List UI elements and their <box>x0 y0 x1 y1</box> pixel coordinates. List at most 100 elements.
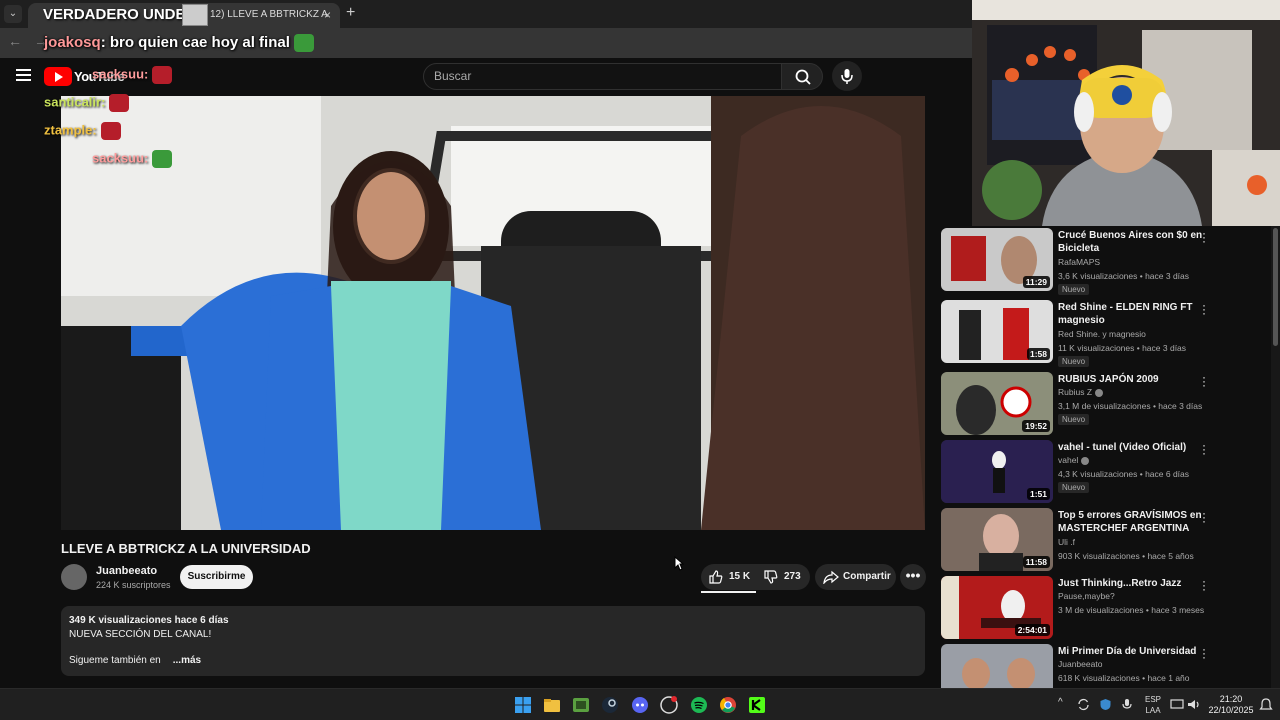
search-button[interactable] <box>781 63 823 90</box>
windows-start-icon[interactable] <box>514 696 532 714</box>
related-video-title[interactable]: Red Shine - ELDEN RING FT magnesio <box>1058 301 1206 327</box>
thumbs-down-icon <box>764 570 778 584</box>
kebab-menu-icon[interactable]: · · · <box>1201 575 1207 595</box>
related-video-channel[interactable]: Rubius Z <box>1058 387 1104 397</box>
voice-search-button[interactable] <box>832 61 862 91</box>
share-label: Compartir <box>843 571 891 582</box>
related-video-meta: 4,3 K visualizaciones • hace 6 días <box>1058 469 1190 479</box>
emote-icon <box>152 150 173 168</box>
chat-message: : bro quien cae hoy al final <box>100 34 290 51</box>
related-video-thumbnail[interactable]: 11:58 <box>941 508 1053 571</box>
obs-icon[interactable] <box>660 696 678 714</box>
description-more-link[interactable]: ...más <box>173 655 201 666</box>
related-video-thumbnail[interactable]: 1:51 <box>941 440 1053 503</box>
related-video-title[interactable]: Crucé Buenos Aires con $0 en Bicicleta <box>1058 229 1206 255</box>
stream-overlay-title: VERDADERO UNDER <box>43 6 197 23</box>
tab-close-icon[interactable]: × <box>324 8 331 22</box>
related-video-thumbnail[interactable]: 2:54:01 <box>941 576 1053 639</box>
related-video-title[interactable]: Just Thinking...Retro Jazz <box>1058 577 1206 590</box>
file-explorer-icon[interactable] <box>543 696 561 714</box>
video-description[interactable]: 349 K visualizaciones hace 6 días NUEVA … <box>61 606 925 676</box>
related-video-title[interactable]: Mi Primer Día de Universidad <box>1058 645 1206 658</box>
kebab-menu-icon[interactable]: · · · <box>1201 371 1207 391</box>
volume-icon[interactable] <box>1187 698 1201 711</box>
subscribe-button[interactable]: Suscribirme <box>180 565 253 589</box>
display-icon[interactable] <box>1170 698 1184 711</box>
related-video-item[interactable]: 11:58 Top 5 errores GRAVÍSIMOS en MASTER… <box>941 507 1241 572</box>
input-language[interactable]: ESP LAA <box>1142 694 1164 716</box>
chrome-icon[interactable] <box>719 696 737 714</box>
notification-icon[interactable] <box>1259 698 1273 712</box>
network-shield-icon[interactable] <box>1099 698 1112 711</box>
youtube-logo-icon[interactable] <box>44 67 72 86</box>
dislike-count: 273 <box>784 571 801 582</box>
share-icon <box>823 570 839 584</box>
kick-icon[interactable] <box>748 696 766 714</box>
related-video-item[interactable]: 1:51 vahel - tunel (Video Oficial) vahel… <box>941 439 1241 504</box>
dislike-button[interactable]: 273 <box>764 564 801 590</box>
kebab-menu-icon[interactable]: · · · <box>1201 227 1207 247</box>
screen: ⌄ 12) LLEVE A BBTRICKZ A LA UN × + ← → Y… <box>0 0 1280 720</box>
menu-icon[interactable] <box>16 69 31 81</box>
kebab-menu-icon[interactable]: · · · <box>1201 507 1207 527</box>
related-video-item[interactable]: 19:52 RUBIUS JAPÓN 2009 Rubius Z 3,1 M d… <box>941 371 1241 436</box>
video-player[interactable] <box>61 96 925 530</box>
search-input[interactable]: Buscar <box>423 63 782 90</box>
related-video-channel[interactable]: Juanbeeato <box>1058 659 1102 669</box>
new-badge: Nuevo <box>1058 414 1090 425</box>
related-video-meta: 11 K visualizaciones • hace 3 días <box>1058 343 1187 353</box>
taskbar-clock[interactable]: 21:20 22/10/2025 <box>1208 694 1254 716</box>
sync-icon[interactable] <box>1077 698 1090 711</box>
new-tab-button[interactable]: + <box>346 4 355 22</box>
related-video-item[interactable]: 2:54:01 Just Thinking...Retro Jazz Pause… <box>941 575 1241 640</box>
related-video-item[interactable]: 1:58 Red Shine - ELDEN RING FT magnesio … <box>941 299 1241 367</box>
related-video-channel[interactable]: Uli .f <box>1058 537 1075 547</box>
kebab-menu-icon[interactable]: · · · <box>1201 439 1207 459</box>
more-actions-button[interactable]: ••• <box>900 564 926 590</box>
channel-avatar[interactable] <box>61 564 87 590</box>
related-video-channel[interactable]: Pause,maybe? <box>1058 591 1115 601</box>
related-video-item[interactable]: Mi Primer Día de Universidad Juanbeeato … <box>941 644 1241 688</box>
related-video-thumbnail[interactable]: 19:52 <box>941 372 1053 435</box>
tab-list-button[interactable]: ⌄ <box>4 5 22 23</box>
chat-highlight-message: joakosq: bro quien cae hoy al final <box>44 34 314 53</box>
related-video-thumbnail[interactable]: 11:29 <box>941 228 1053 291</box>
related-video-channel[interactable]: vahel <box>1058 455 1090 465</box>
related-video-title[interactable]: Top 5 errores GRAVÍSIMOS en MASTERCHEF A… <box>1058 509 1206 535</box>
store-app-icon[interactable] <box>572 696 590 714</box>
sidebar-scroll-thumb[interactable] <box>1273 228 1278 346</box>
channel-subscriber-count: 224 K suscriptores <box>96 580 171 590</box>
share-button[interactable]: Compartir <box>815 564 896 590</box>
video-frame <box>61 96 925 530</box>
related-video-channel[interactable]: RafaMAPS <box>1058 257 1100 267</box>
related-video-item[interactable]: 11:29 Crucé Buenos Aires con $0 en Bicic… <box>941 227 1241 295</box>
microphone-icon <box>841 69 853 84</box>
clock-time: 21:20 <box>1219 694 1243 704</box>
video-duration: 1:51 <box>1026 488 1050 500</box>
mouse-cursor-icon <box>674 556 684 571</box>
steam-icon[interactable] <box>601 696 619 714</box>
related-video-title[interactable]: vahel - tunel (Video Oficial) <box>1058 441 1206 454</box>
emote-icon <box>109 94 130 112</box>
related-video-channel[interactable]: Red Shine. y magnesio <box>1058 329 1146 339</box>
related-video-title[interactable]: RUBIUS JAPÓN 2009 <box>1058 373 1206 386</box>
description-line: NUEVA SECCIÓN DEL CANAL! <box>69 628 212 640</box>
like-active-indicator <box>701 591 756 593</box>
like-button[interactable]: 15 K <box>709 564 750 590</box>
clock-date: 22/10/2025 <box>1208 705 1254 715</box>
channel-name[interactable]: Juanbeeato <box>96 565 157 577</box>
discord-icon[interactable] <box>631 696 649 714</box>
related-video-meta: 903 K visualizaciones • hace 5 años <box>1058 551 1194 561</box>
kebab-menu-icon[interactable]: · · · <box>1201 299 1207 319</box>
spotify-icon[interactable] <box>690 696 708 714</box>
related-video-thumbnail[interactable] <box>941 644 1053 688</box>
chat-username: joakosq <box>44 34 101 51</box>
kebab-menu-icon[interactable]: · · · <box>1201 644 1207 663</box>
back-arrow-icon[interactable]: ← <box>8 33 22 49</box>
chat-line: sacksuu: <box>92 66 173 84</box>
related-video-meta: 3,1 M de visualizaciones • hace 3 días <box>1058 401 1203 411</box>
tray-overflow-chevron[interactable]: ^ <box>1058 697 1063 708</box>
microphone-tray-icon[interactable] <box>1121 698 1133 711</box>
chat-line: ztample: <box>44 122 121 140</box>
related-video-thumbnail[interactable]: 1:58 <box>941 300 1053 363</box>
